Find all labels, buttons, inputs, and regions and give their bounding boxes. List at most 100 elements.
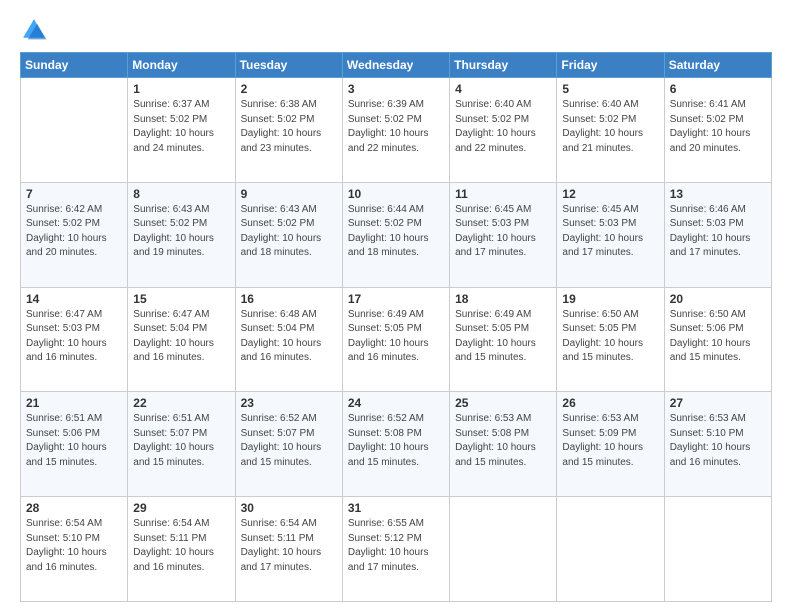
day-info: Sunrise: 6:53 AMSunset: 5:10 PMDaylight:…: [670, 412, 766, 470]
day-info: Sunrise: 6:42 AMSunset: 5:02 PMDaylight:…: [26, 203, 122, 261]
day-info: Sunrise: 6:47 AMSunset: 5:04 PMDaylight:…: [133, 308, 229, 366]
day-cell: 15 Sunrise: 6:47 AMSunset: 5:04 PMDayligh…: [128, 287, 235, 392]
day-number: 28: [26, 501, 122, 515]
day-info: Sunrise: 6:54 AMSunset: 5:11 PMDaylight:…: [241, 517, 337, 575]
day-number: 20: [670, 292, 766, 306]
day-cell: [21, 78, 128, 183]
day-cell: 24Sunrise: 6:52 AMSunset: 5:08 PMDayligh…: [342, 392, 449, 497]
day-cell: 16 Sunrise: 6:48 AMSunset: 5:04 PMDayligh…: [235, 287, 342, 392]
day-cell: [664, 497, 771, 602]
page: SundayMondayTuesdayWednesdayThursdayFrid…: [0, 0, 792, 612]
logo-icon: [20, 16, 48, 44]
day-number: 30: [241, 501, 337, 515]
day-number: 18: [455, 292, 551, 306]
day-number: 13: [670, 187, 766, 201]
day-cell: 2 Sunrise: 6:38 AMSunset: 5:02 PMDaylight…: [235, 78, 342, 183]
day-cell: 23 Sunrise: 6:52 AMSunset: 5:07 PMDayligh…: [235, 392, 342, 497]
day-cell: 31 Sunrise: 6:55 AMSunset: 5:12 PMDayligh…: [342, 497, 449, 602]
day-cell: 20 Sunrise: 6:50 AMSunset: 5:06 PMDayligh…: [664, 287, 771, 392]
day-info: Sunrise: 6:40 AMSunset: 5:02 PMDaylight:…: [562, 98, 658, 156]
day-number: 2: [241, 82, 337, 96]
week-row-1: 7 Sunrise: 6:42 AMSunset: 5:02 PMDaylight…: [21, 182, 772, 287]
day-info: Sunrise: 6:53 AMSunset: 5:09 PMDaylight:…: [562, 412, 658, 470]
logo: [20, 16, 52, 44]
day-cell: 9Sunrise: 6:43 AMSunset: 5:02 PMDaylight…: [235, 182, 342, 287]
week-row-3: 21 Sunrise: 6:51 AMSunset: 5:06 PMDayligh…: [21, 392, 772, 497]
day-info: Sunrise: 6:37 AMSunset: 5:02 PMDaylight:…: [133, 98, 229, 156]
day-info: Sunrise: 6:54 AMSunset: 5:11 PMDaylight:…: [133, 517, 229, 575]
day-info: Sunrise: 6:52 AMSunset: 5:07 PMDaylight:…: [241, 412, 337, 470]
day-info: Sunrise: 6:55 AMSunset: 5:12 PMDaylight:…: [348, 517, 444, 575]
day-cell: 5 Sunrise: 6:40 AMSunset: 5:02 PMDaylight…: [557, 78, 664, 183]
day-number: 14: [26, 292, 122, 306]
day-cell: 11 Sunrise: 6:45 AMSunset: 5:03 PMDayligh…: [450, 182, 557, 287]
day-info: Sunrise: 6:46 AMSunset: 5:03 PMDaylight:…: [670, 203, 766, 261]
day-info: Sunrise: 6:49 AMSunset: 5:05 PMDaylight:…: [348, 308, 444, 366]
day-number: 4: [455, 82, 551, 96]
weekday-header-row: SundayMondayTuesdayWednesdayThursdayFrid…: [21, 53, 772, 78]
day-cell: 10 Sunrise: 6:44 AMSunset: 5:02 PMDayligh…: [342, 182, 449, 287]
day-info: Sunrise: 6:38 AMSunset: 5:02 PMDaylight:…: [241, 98, 337, 156]
week-row-4: 28Sunrise: 6:54 AMSunset: 5:10 PMDayligh…: [21, 497, 772, 602]
weekday-header-friday: Friday: [557, 53, 664, 78]
calendar-table: SundayMondayTuesdayWednesdayThursdayFrid…: [20, 52, 772, 602]
day-info: Sunrise: 6:49 AMSunset: 5:05 PMDaylight:…: [455, 308, 551, 366]
day-cell: 12Sunrise: 6:45 AMSunset: 5:03 PMDayligh…: [557, 182, 664, 287]
day-cell: [557, 497, 664, 602]
day-number: 15: [133, 292, 229, 306]
day-cell: 30 Sunrise: 6:54 AMSunset: 5:11 PMDayligh…: [235, 497, 342, 602]
weekday-header-saturday: Saturday: [664, 53, 771, 78]
day-number: 21: [26, 396, 122, 410]
day-cell: 26 Sunrise: 6:53 AMSunset: 5:09 PMDayligh…: [557, 392, 664, 497]
week-row-2: 14 Sunrise: 6:47 AMSunset: 5:03 PMDayligh…: [21, 287, 772, 392]
day-number: 16: [241, 292, 337, 306]
day-number: 25: [455, 396, 551, 410]
day-info: Sunrise: 6:45 AMSunset: 5:03 PMDaylight:…: [455, 203, 551, 261]
day-info: Sunrise: 6:50 AMSunset: 5:06 PMDaylight:…: [670, 308, 766, 366]
day-info: Sunrise: 6:41 AMSunset: 5:02 PMDaylight:…: [670, 98, 766, 156]
day-info: Sunrise: 6:53 AMSunset: 5:08 PMDaylight:…: [455, 412, 551, 470]
day-cell: 8 Sunrise: 6:43 AMSunset: 5:02 PMDaylight…: [128, 182, 235, 287]
day-number: 7: [26, 187, 122, 201]
day-info: Sunrise: 6:51 AMSunset: 5:06 PMDaylight:…: [26, 412, 122, 470]
day-info: Sunrise: 6:51 AMSunset: 5:07 PMDaylight:…: [133, 412, 229, 470]
day-number: 3: [348, 82, 444, 96]
day-number: 6: [670, 82, 766, 96]
day-number: 11: [455, 187, 551, 201]
day-cell: 14 Sunrise: 6:47 AMSunset: 5:03 PMDayligh…: [21, 287, 128, 392]
day-number: 10: [348, 187, 444, 201]
day-cell: 19Sunrise: 6:50 AMSunset: 5:05 PMDayligh…: [557, 287, 664, 392]
day-number: 22: [133, 396, 229, 410]
weekday-header-thursday: Thursday: [450, 53, 557, 78]
day-number: 26: [562, 396, 658, 410]
day-info: Sunrise: 6:47 AMSunset: 5:03 PMDaylight:…: [26, 308, 122, 366]
day-cell: 4 Sunrise: 6:40 AMSunset: 5:02 PMDaylight…: [450, 78, 557, 183]
day-number: 1: [133, 82, 229, 96]
day-number: 29: [133, 501, 229, 515]
day-info: Sunrise: 6:39 AMSunset: 5:02 PMDaylight:…: [348, 98, 444, 156]
weekday-header-monday: Monday: [128, 53, 235, 78]
day-info: Sunrise: 6:52 AMSunset: 5:08 PMDaylight:…: [348, 412, 444, 470]
day-info: Sunrise: 6:43 AMSunset: 5:02 PMDaylight:…: [133, 203, 229, 261]
day-number: 23: [241, 396, 337, 410]
day-number: 5: [562, 82, 658, 96]
week-row-0: 1 Sunrise: 6:37 AMSunset: 5:02 PMDaylight…: [21, 78, 772, 183]
day-info: Sunrise: 6:45 AMSunset: 5:03 PMDaylight:…: [562, 203, 658, 261]
weekday-header-wednesday: Wednesday: [342, 53, 449, 78]
day-info: Sunrise: 6:40 AMSunset: 5:02 PMDaylight:…: [455, 98, 551, 156]
day-cell: 18 Sunrise: 6:49 AMSunset: 5:05 PMDayligh…: [450, 287, 557, 392]
day-cell: 29 Sunrise: 6:54 AMSunset: 5:11 PMDayligh…: [128, 497, 235, 602]
day-cell: 27 Sunrise: 6:53 AMSunset: 5:10 PMDayligh…: [664, 392, 771, 497]
day-number: 31: [348, 501, 444, 515]
day-cell: 17Sunrise: 6:49 AMSunset: 5:05 PMDayligh…: [342, 287, 449, 392]
day-cell: 7 Sunrise: 6:42 AMSunset: 5:02 PMDaylight…: [21, 182, 128, 287]
weekday-header-sunday: Sunday: [21, 53, 128, 78]
day-number: 8: [133, 187, 229, 201]
day-cell: 28Sunrise: 6:54 AMSunset: 5:10 PMDayligh…: [21, 497, 128, 602]
day-cell: 13 Sunrise: 6:46 AMSunset: 5:03 PMDayligh…: [664, 182, 771, 287]
day-cell: [450, 497, 557, 602]
day-cell: 25 Sunrise: 6:53 AMSunset: 5:08 PMDayligh…: [450, 392, 557, 497]
day-info: Sunrise: 6:44 AMSunset: 5:02 PMDaylight:…: [348, 203, 444, 261]
day-number: 27: [670, 396, 766, 410]
day-info: Sunrise: 6:48 AMSunset: 5:04 PMDaylight:…: [241, 308, 337, 366]
